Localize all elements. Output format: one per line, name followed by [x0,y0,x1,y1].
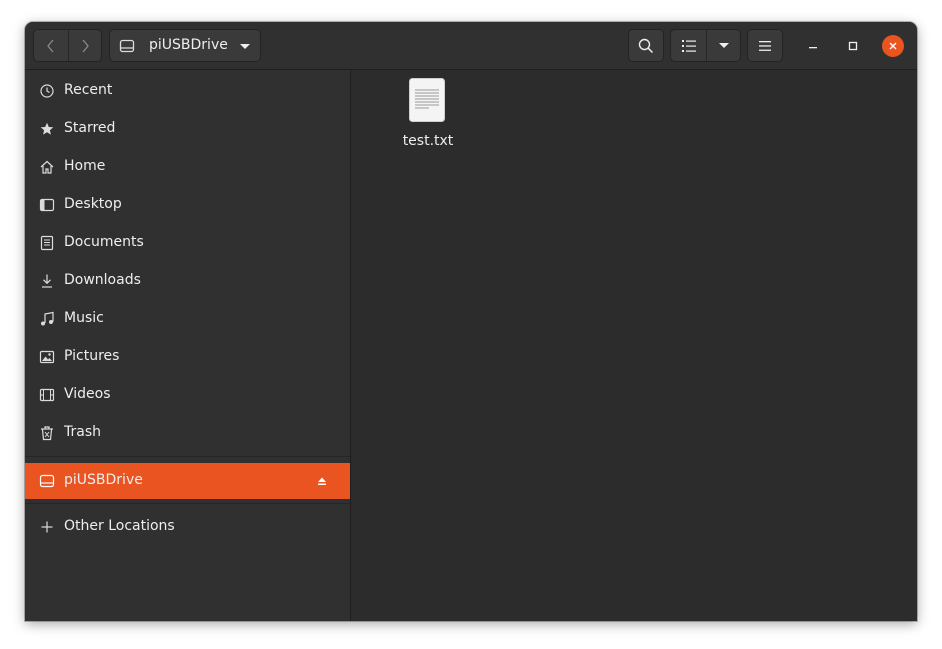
sidebar-item-label: Other Locations [64,518,175,534]
file-view: test.txt [351,70,917,621]
download-icon [39,273,55,289]
close-icon [889,42,897,50]
sidebar-item-pictures[interactable]: Pictures [25,339,350,375]
sidebar-item-label: Starred [64,120,116,136]
trash-icon [39,425,55,441]
sidebar-item-label: Music [64,310,104,326]
text-file-icon [409,78,445,122]
search-icon [638,38,654,53]
forward-button[interactable] [68,30,102,61]
sidebar-item-label: Desktop [64,196,122,212]
eject-button[interactable] [315,474,329,488]
dropdown-arrow-icon [240,44,250,49]
sidebar-item-label: Downloads [64,272,141,288]
sidebar-separator [25,456,350,457]
maximize-button[interactable] [842,35,864,57]
minimize-icon [809,47,817,49]
maximize-icon [848,41,858,51]
sidebar-item-recent[interactable]: Recent [25,73,350,109]
music-icon [39,311,55,327]
sidebar-item-downloads[interactable]: Downloads [25,263,350,299]
sidebar-item-desktop[interactable]: Desktop [25,187,350,223]
picture-icon [39,349,55,365]
path-bar-label: piUSBDrive [149,37,228,53]
desktop-icon [39,197,55,213]
drive-icon [119,39,135,53]
view-buttons [670,29,741,62]
home-icon [39,159,55,175]
sidebar-item-label: Home [64,158,106,174]
sidebar-item-label: Recent [64,82,113,98]
sidebar-item-other-locations[interactable]: Other Locations [25,509,350,545]
sidebar-item-label: Pictures [64,348,120,364]
places-sidebar: Recent Starred Home Desktop Documents Do… [25,70,351,621]
sidebar-item-starred[interactable]: Starred [25,111,350,147]
drive-icon [39,473,55,489]
sidebar-item-label: Documents [64,234,144,250]
star-icon [39,121,55,137]
video-icon [39,387,55,403]
dropdown-arrow-icon [718,43,729,48]
eject-icon [318,477,326,485]
plus-icon [39,519,55,535]
sidebar-item-trash[interactable]: Trash [25,415,350,451]
sidebar-item-label: piUSBDrive [64,472,143,488]
search-button[interactable] [628,29,664,62]
sidebar-item-videos[interactable]: Videos [25,377,350,413]
file-manager-window: piUSBDrive Recent Starred Home Desktop D… [25,22,917,621]
minimize-button[interactable] [802,35,824,57]
list-view-icon [681,39,696,52]
chevron-left-icon [47,39,54,52]
sidebar-item-label: Trash [64,424,101,440]
file-name: test.txt [402,133,454,149]
clock-icon [39,83,55,99]
list-view-button[interactable] [671,30,707,61]
sidebar-item-label: Videos [64,386,111,402]
sidebar-separator [25,503,350,504]
view-options-button[interactable] [706,30,741,61]
sidebar-item-music[interactable]: Music [25,301,350,337]
close-button[interactable] [882,35,904,57]
headerbar: piUSBDrive [25,22,917,70]
document-icon [39,235,55,251]
back-button[interactable] [34,30,69,61]
sidebar-item-documents[interactable]: Documents [25,225,350,261]
file-item[interactable]: test.txt [393,78,463,149]
main-menu-button[interactable] [747,29,783,62]
hamburger-icon [759,40,771,51]
chevron-right-icon [82,39,89,52]
path-bar-button[interactable]: piUSBDrive [109,29,261,62]
sidebar-item-piusbdrive[interactable]: piUSBDrive [25,463,350,499]
sidebar-item-home[interactable]: Home [25,149,350,185]
navigation-buttons [33,29,102,62]
